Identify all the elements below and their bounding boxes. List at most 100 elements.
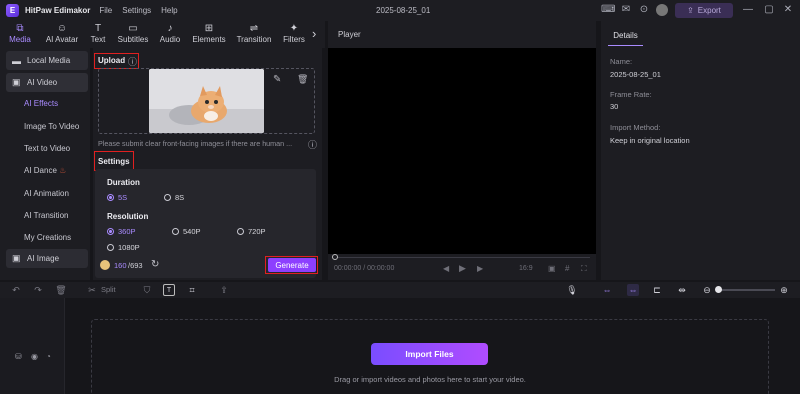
magnet-icon[interactable]: ⇔ <box>627 284 639 296</box>
avatar[interactable] <box>656 4 668 16</box>
sidebar-subitem-image-to-video[interactable]: Image To Video <box>24 122 79 131</box>
fullscreen-icon[interactable]: ⛶ <box>581 264 587 274</box>
sidebar-subitem-text-to-video[interactable]: Text to Video <box>24 144 70 153</box>
tab-label: Elements <box>192 35 226 44</box>
export-button[interactable]: ⇪ Export <box>675 3 733 18</box>
progress-handle[interactable] <box>332 254 338 260</box>
delete-icon[interactable]: 🗑 <box>297 74 308 85</box>
aspect-ratio-select[interactable]: 16:9 <box>519 265 533 272</box>
duration-label: Duration <box>107 178 140 187</box>
track-visibility-icon[interactable]: ◉ <box>31 352 38 361</box>
player-screen[interactable] <box>328 48 596 254</box>
split-label[interactable]: Split <box>101 285 116 294</box>
ai-avatar-icon: ☺ <box>56 23 68 34</box>
details-import-method-value: Keep in original location <box>610 136 690 145</box>
fit-icon[interactable]: ⇹ <box>676 284 688 296</box>
grid-icon[interactable]: # <box>565 264 569 273</box>
player-header <box>328 21 596 48</box>
tab-details[interactable]: Details <box>608 25 643 46</box>
prev-frame-icon[interactable]: ◀ <box>443 264 449 273</box>
tab-media[interactable]: ⧉ Media <box>8 23 32 44</box>
export-icon: ⇪ <box>687 6 694 15</box>
snapshot-icon[interactable]: ▣ <box>548 264 556 273</box>
tab-transition[interactable]: ⇌ Transition <box>235 23 273 44</box>
generate-button[interactable]: Generate <box>268 258 316 272</box>
minimize-icon[interactable]: — <box>742 4 754 16</box>
details-frame-rate-key: Frame Rate: <box>610 90 652 99</box>
text-tool-icon[interactable]: T <box>163 284 175 296</box>
sidebar-subitem-ai-animation[interactable]: AI Animation <box>24 189 69 198</box>
resolution-360p-radio[interactable]: 360P <box>107 227 136 236</box>
snap-icon[interactable]: ⊏ <box>651 284 663 296</box>
sidebar-item-local-media[interactable]: ▬ Local Media <box>6 51 88 70</box>
sidebar-subitem-ai-effects[interactable]: AI Effects <box>24 99 58 108</box>
import-files-button[interactable]: Import Files <box>371 343 488 365</box>
sidebar-item-label: AI Image <box>27 254 60 263</box>
redo-icon[interactable]: ↷ <box>32 284 44 296</box>
hint-info-icon[interactable]: ⓘ <box>308 138 317 151</box>
app-logo-icon: E <box>6 4 19 17</box>
radio-dot <box>107 228 114 235</box>
player-title: Player <box>338 30 361 39</box>
radio-label: 8S <box>175 193 185 202</box>
sidebar-item-label: Local Media <box>27 56 71 65</box>
zoom-out-icon[interactable]: ⊖ <box>701 284 713 296</box>
menu-file[interactable]: File <box>99 6 112 15</box>
split-icon[interactable]: ✂ <box>86 284 98 296</box>
sidebar-subitem-my-creations[interactable]: My Creations <box>24 233 71 242</box>
delete-clip-icon[interactable]: 🗑 <box>55 284 67 296</box>
tab-elements[interactable]: ⊞ Elements <box>190 23 228 44</box>
next-frame-icon[interactable]: ▶ <box>477 264 483 273</box>
undo-icon[interactable]: ↶ <box>10 284 22 296</box>
duration-5s-radio[interactable]: 5S <box>107 193 127 202</box>
microphone-icon[interactable]: 🎙 <box>566 284 578 296</box>
sidebar-subitem-ai-transition[interactable]: AI Transition <box>24 211 68 220</box>
resolution-label: Resolution <box>107 212 149 221</box>
crop-icon[interactable]: ⌗ <box>186 284 198 296</box>
media-icon: ⧉ <box>16 23 24 34</box>
close-icon[interactable]: ✕ <box>782 4 794 16</box>
edit-icon[interactable]: ✎ <box>273 74 281 85</box>
tab-ai-avatar[interactable]: ☺ AI Avatar <box>43 23 81 44</box>
tab-filters[interactable]: ✦ Filters <box>281 23 307 44</box>
tab-subtitles[interactable]: ▭ Subtitles <box>115 23 151 44</box>
zoom-slider-handle[interactable] <box>715 286 722 293</box>
transition-icon: ⇌ <box>249 23 259 34</box>
ai-video-icon: ▣ <box>12 77 21 87</box>
progress-track[interactable] <box>334 257 590 258</box>
tab-audio[interactable]: ♪ Audio <box>158 23 182 44</box>
sidebar-item-label: AI Video <box>27 78 58 87</box>
info-icon[interactable]: ⓘ <box>128 55 137 68</box>
resolution-1080p-radio[interactable]: 1080P <box>107 243 140 252</box>
sidebar-item-label: AI Dance <box>24 166 57 175</box>
menu-settings[interactable]: Settings <box>122 6 151 15</box>
app-name: HitPaw Edimakor <box>25 6 91 15</box>
download-icon[interactable]: ⊙ <box>638 4 650 16</box>
tab-text[interactable]: T Text <box>88 23 108 44</box>
shield-icon[interactable]: ⛉ <box>141 284 153 296</box>
feedback-icon[interactable]: ✉ <box>620 4 632 16</box>
zoom-in-icon[interactable]: ⊕ <box>778 284 790 296</box>
resolution-540p-radio[interactable]: 540P <box>172 227 201 236</box>
menu-help[interactable]: Help <box>161 6 177 15</box>
play-icon[interactable]: ▶ <box>459 263 466 274</box>
player-time: 00:00:00 / 00:00:00 <box>334 265 395 272</box>
sidebar-item-ai-image[interactable]: ▣ AI Image <box>6 249 88 268</box>
export-clip-icon[interactable]: ⇪ <box>218 284 230 296</box>
track-layers-icon[interactable]: ⛁ <box>15 352 22 361</box>
keyboard-icon[interactable]: ⌨ <box>601 4 615 16</box>
radio-label: 5S <box>118 193 128 202</box>
sidebar-item-ai-video[interactable]: ▣ AI Video <box>6 73 88 92</box>
credits-total: /693 <box>128 261 143 270</box>
zoom-slider[interactable] <box>717 289 775 291</box>
link-icon[interactable]: ⇔ <box>601 284 613 296</box>
refresh-icon[interactable]: ↻ <box>151 259 159 270</box>
audio-icon: ♪ <box>167 23 173 34</box>
ai-image-icon: ▣ <box>12 253 21 263</box>
maximize-icon[interactable]: ▢ <box>763 4 775 16</box>
duration-8s-radio[interactable]: 8S <box>164 193 184 202</box>
resolution-720p-radio[interactable]: 720P <box>237 227 266 236</box>
chevron-right-icon[interactable]: › <box>312 26 316 41</box>
sidebar-subitem-ai-dance[interactable]: AI Dance ♨ <box>24 166 66 175</box>
track-audio-icon[interactable]: ◔ <box>46 352 51 361</box>
